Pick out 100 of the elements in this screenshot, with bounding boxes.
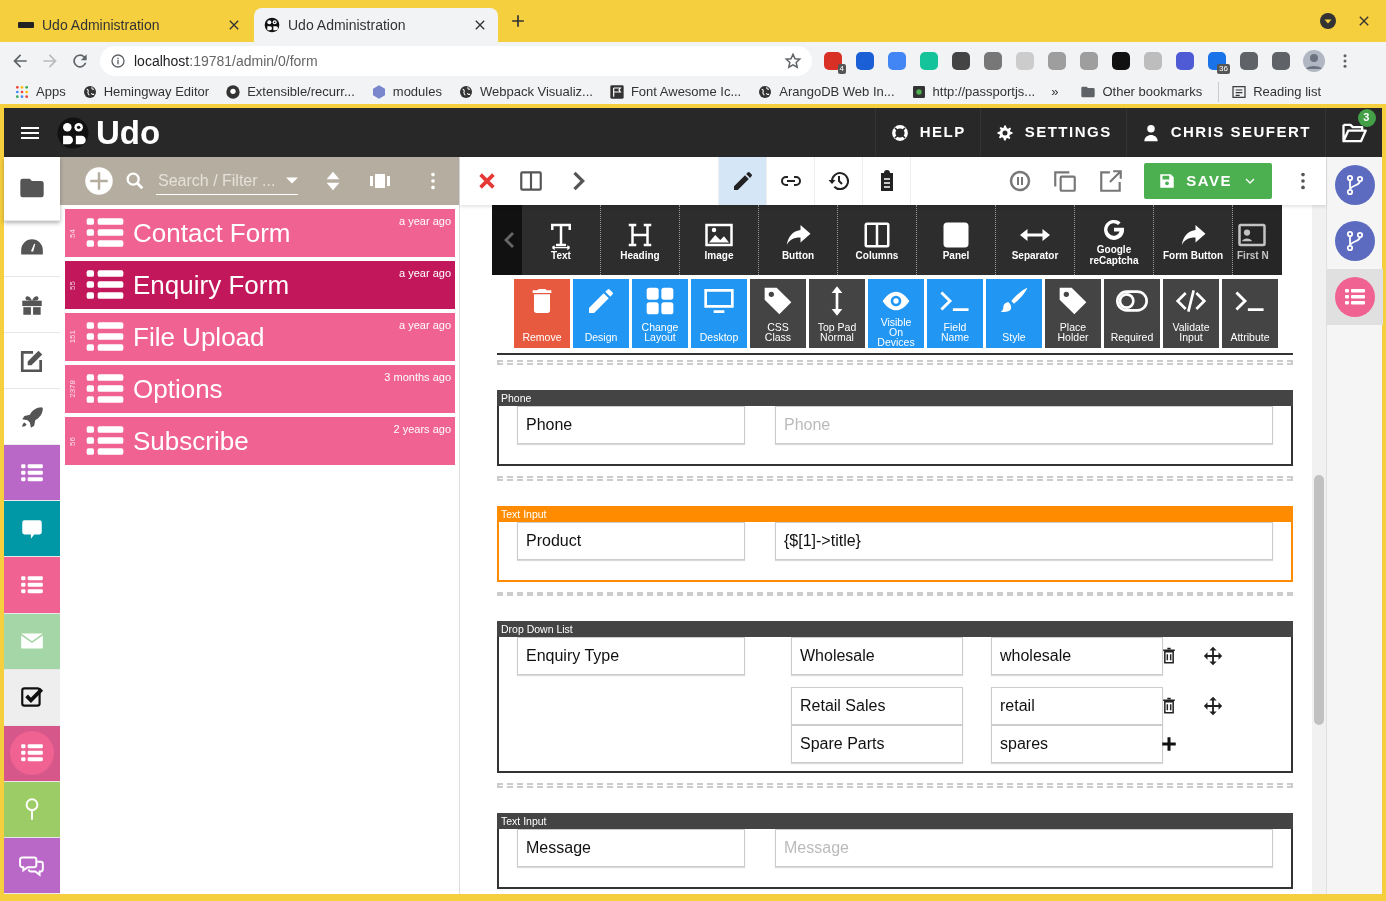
form-list-item[interactable]: 55 Enquiry Form a year ago — [65, 261, 455, 309]
branch-button[interactable] — [1334, 221, 1375, 261]
bookmark-link[interactable]: Hemingway Editor — [103, 82, 210, 102]
item-title: File Upload — [133, 320, 265, 354]
branch-button[interactable] — [1334, 165, 1375, 205]
favicon-icon — [18, 20, 34, 30]
property-button[interactable]: Place Holder — [1045, 279, 1101, 348]
tab-search-icon[interactable] — [1320, 13, 1336, 29]
split-view-icon[interactable] — [518, 168, 544, 194]
item-id: 54 — [67, 228, 77, 238]
property-button[interactable]: Validate Input — [1163, 279, 1219, 348]
palette-item[interactable]: Panel — [917, 205, 996, 275]
palette-item[interactable]: Form Button — [1154, 205, 1233, 275]
bookmark-link[interactable]: Extensible/recurr... — [247, 82, 355, 102]
notification-badge: 3 — [1358, 108, 1376, 127]
move-icon[interactable] — [1202, 695, 1224, 718]
item-id: 151 — [67, 330, 77, 344]
apps-icon — [14, 84, 30, 100]
mode-tab[interactable] — [718, 157, 766, 205]
bookmark-link[interactable]: modules — [392, 82, 442, 102]
browser-tab[interactable]: Udo Administration — [254, 8, 498, 42]
palette-item[interactable]: Text — [522, 205, 601, 275]
bookmark-link[interactable]: Webpack Visualiz... — [479, 82, 593, 102]
header-nav-link[interactable]: SETTINGS — [979, 108, 1126, 157]
sidebar-item[interactable] — [4, 157, 60, 221]
form-element[interactable]: Drop Down List Enquiry Type Wholesale wholesale Retail Sales retail Spare Parts spares — [497, 621, 1293, 774]
square-icon — [910, 84, 927, 100]
palette-item[interactable]: Heading — [601, 205, 680, 275]
item-time: a year ago — [399, 318, 451, 333]
list-button[interactable] — [1334, 277, 1375, 317]
property-button[interactable]: Top Pad Normal — [809, 279, 865, 348]
grid-icon — [644, 285, 676, 317]
terminal-icon — [1235, 290, 1265, 312]
help-icon — [889, 122, 910, 143]
property-button[interactable]: Required — [1104, 279, 1160, 348]
save-icon — [1158, 172, 1177, 190]
reading-list-link[interactable]: Reading list — [1253, 82, 1322, 102]
element-type-label: Text Input — [497, 505, 1293, 522]
element-type-label: Drop Down List — [497, 621, 1293, 638]
form-element[interactable] — [497, 353, 1293, 356]
add-icon[interactable] — [1160, 735, 1178, 754]
sidebar-item[interactable] — [4, 669, 60, 726]
item-title: Contact Form — [133, 216, 291, 250]
tag-icon — [1057, 285, 1089, 317]
item-title: Enquiry Form — [133, 268, 290, 302]
profile-avatar-icon — [1302, 49, 1326, 73]
palette-item[interactable]: Google reCaptcha — [1075, 205, 1154, 275]
label-field[interactable]: Phone — [517, 406, 745, 444]
globe-icon — [757, 84, 774, 100]
move-icon[interactable] — [1202, 645, 1224, 668]
item-id: 2378 — [67, 380, 77, 398]
bookmark-star-icon[interactable] — [784, 52, 802, 70]
header-nav-link[interactable]: CHRIS SEUFERT — [1125, 108, 1325, 157]
property-button[interactable]: CSS Class — [750, 279, 806, 348]
option-label-field[interactable]: Retail Sales — [791, 687, 963, 726]
header-nav-link[interactable]: HELP — [874, 108, 980, 157]
bookmark-link[interactable]: http://passportjs... — [932, 82, 1036, 102]
browser-tab[interactable]: Udo Administration — [8, 8, 252, 42]
palette-item[interactable]: Separator — [996, 205, 1075, 275]
input-field[interactable]: Phone — [775, 406, 1273, 444]
bookmark-link[interactable]: Other bookmarks — [1102, 82, 1203, 102]
option-value-field[interactable]: wholesale — [991, 637, 1163, 676]
palette-item[interactable]: Button — [759, 205, 838, 275]
label-field[interactable]: Product — [517, 521, 745, 560]
form-element[interactable]: Phone Phone Phone — [497, 390, 1293, 466]
palette-item[interactable]: Image — [680, 205, 759, 275]
property-button[interactable]: Remove — [514, 279, 570, 348]
option-label-field[interactable]: Wholesale — [791, 637, 963, 676]
bookmark-link[interactable]: ArangoDB Web In... — [779, 82, 895, 102]
item-time: 2 years ago — [393, 422, 451, 437]
extension-icon[interactable] — [952, 52, 970, 70]
option-value-field[interactable]: retail — [991, 687, 1163, 726]
option-label-field[interactable]: Spare Parts — [791, 725, 963, 764]
history-icon — [826, 169, 851, 193]
scrollbar-thumb[interactable] — [1314, 475, 1324, 725]
bookmark-link[interactable]: Font Awesome Ic... — [630, 82, 742, 102]
globe-icon — [81, 84, 98, 100]
address-bar[interactable]: localhost:19781/admin/0/form — [100, 46, 812, 76]
extension-badge: 36 — [1217, 64, 1230, 74]
flag-icon — [608, 84, 625, 100]
palette-item[interactable]: Columns — [838, 205, 917, 275]
element-type-label: Phone — [497, 390, 1293, 406]
label-field[interactable]: Message — [517, 829, 745, 867]
palette-item[interactable]: First N — [1233, 205, 1282, 275]
reading-list-icon — [1231, 84, 1248, 100]
more-bookmarks-button[interactable]: » — [1051, 82, 1059, 102]
label-field[interactable]: Enquiry Type — [517, 637, 745, 676]
copy-icon[interactable] — [1052, 168, 1079, 194]
open-external-icon[interactable] — [1098, 168, 1125, 194]
extension-icon[interactable] — [1112, 52, 1130, 70]
option-value-field[interactable]: spares — [991, 725, 1163, 764]
search-icon — [124, 170, 146, 192]
input-field[interactable]: {$[1]->title} — [775, 521, 1273, 560]
form-element[interactable]: Text Input Product {$[1]->title} — [497, 505, 1293, 582]
form-element[interactable]: Text Input Message Message — [497, 813, 1293, 889]
property-button[interactable]: Attribute — [1222, 279, 1278, 348]
bookmark-link[interactable]: Apps — [36, 82, 66, 102]
input-field[interactable]: Message — [775, 829, 1273, 867]
reload-icon[interactable] — [70, 51, 90, 71]
pause-icon[interactable] — [1008, 169, 1033, 193]
